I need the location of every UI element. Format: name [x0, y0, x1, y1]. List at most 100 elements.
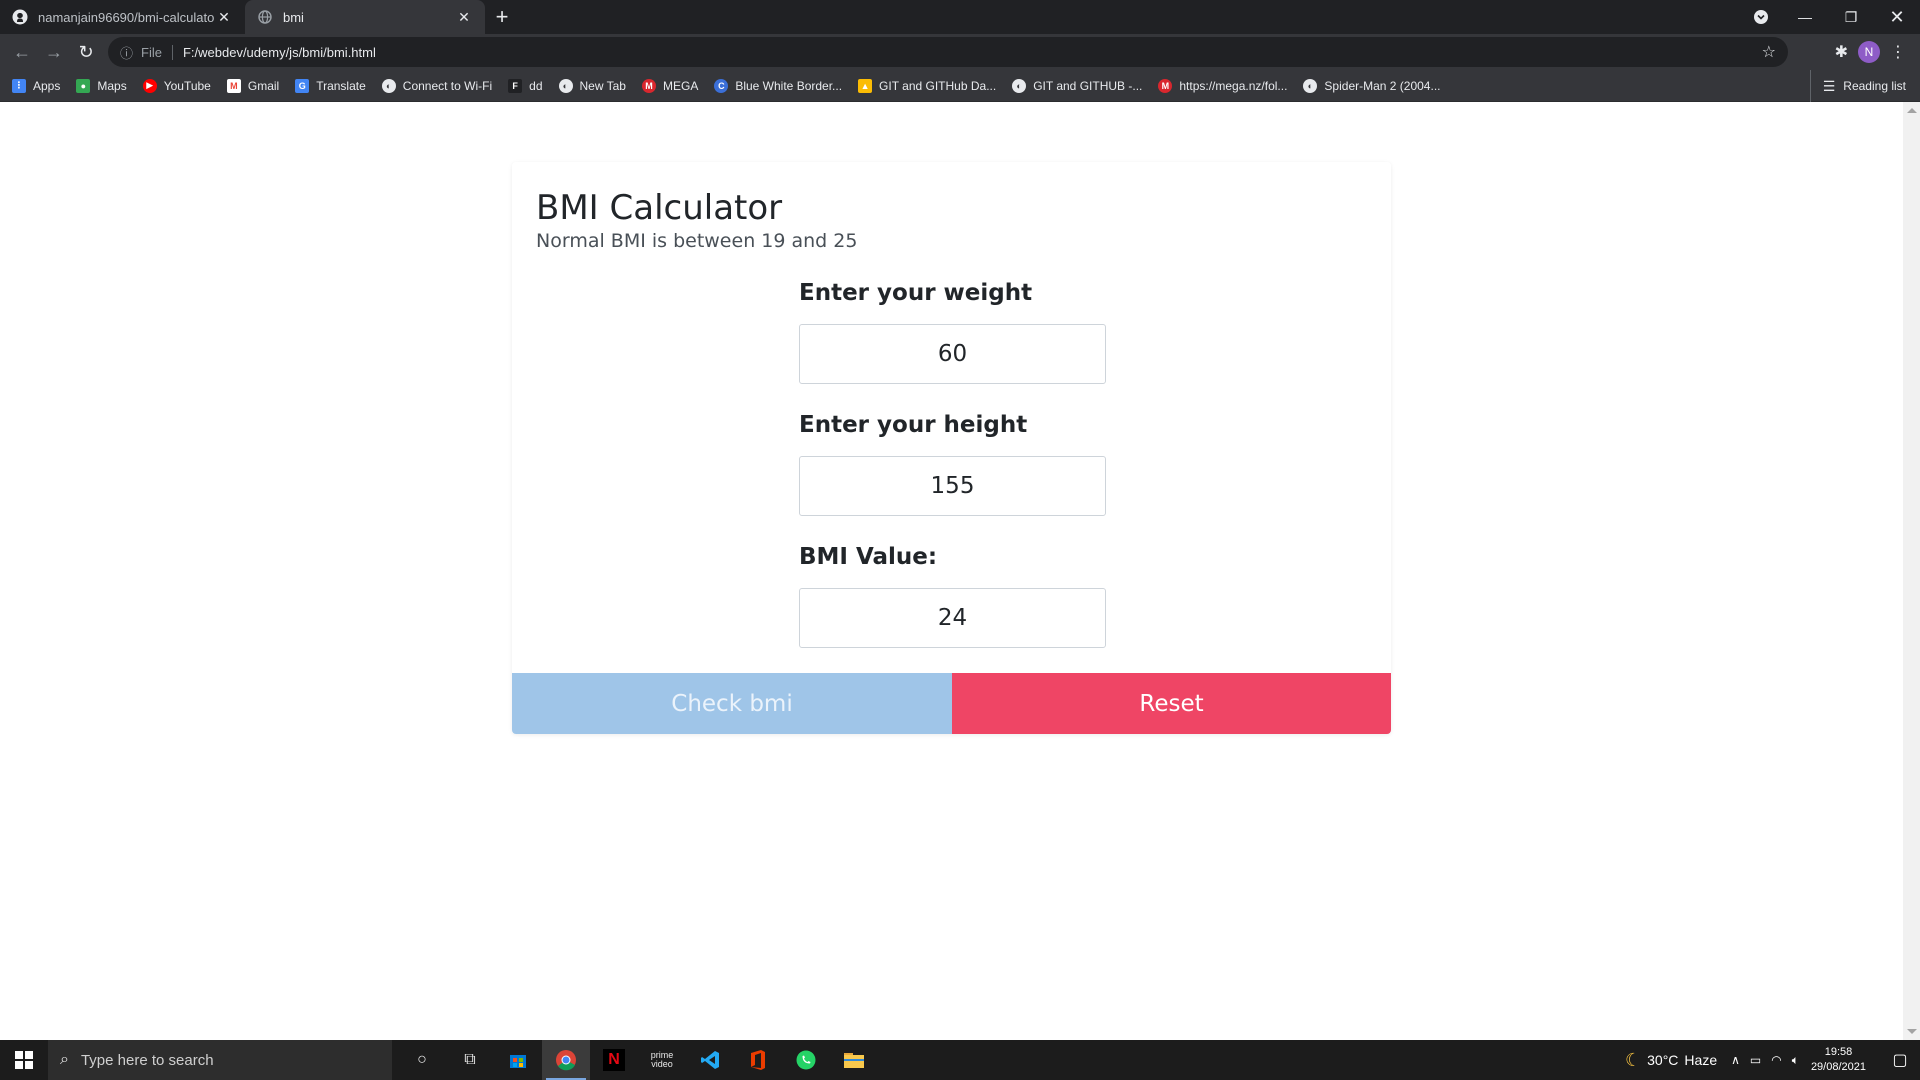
weather-temp[interactable]: 30°C — [1647, 1052, 1678, 1068]
bookmark-label: GIT and GITHUB -... — [1033, 78, 1143, 93]
show-hidden-icons-icon[interactable]: ∧ — [1731, 1053, 1740, 1067]
gmail-icon: M — [226, 78, 241, 93]
url-text[interactable]: F:/webdev/udemy/js/bmi/bmi.html — [183, 45, 376, 60]
bookmark-label: Blue White Border... — [735, 78, 843, 93]
flag-icon: F — [508, 78, 523, 93]
profile-avatar[interactable]: N — [1858, 41, 1880, 63]
bookmark-connect-wifi[interactable]: ◐ Connect to Wi-Fi — [381, 78, 493, 93]
bookmark-spiderman[interactable]: ◐ Spider-Man 2 (2004... — [1303, 78, 1440, 93]
translate-icon: G — [295, 78, 310, 93]
whatsapp-icon[interactable] — [782, 1040, 830, 1080]
file-explorer-icon[interactable] — [830, 1040, 878, 1080]
cortana-icon[interactable]: ○ — [398, 1040, 446, 1080]
windows-start-icon[interactable] — [0, 1040, 48, 1080]
bookmark-label: Gmail — [247, 78, 280, 93]
height-label: Enter your height — [799, 412, 1028, 438]
clock-date: 29/08/2021 — [1810, 1061, 1866, 1073]
scheme-label: File — [141, 44, 173, 60]
bookmark-git-github[interactable]: ◐ GIT and GITHUB -... — [1012, 78, 1143, 93]
bmi-calculator-card: BMI Calculator Normal BMI is between 19 … — [512, 162, 1391, 734]
chrome-icon[interactable] — [542, 1040, 590, 1080]
reload-icon[interactable]: ↻ — [70, 36, 102, 68]
task-view-icon[interactable]: ⧉ — [446, 1040, 494, 1080]
tab-bmi[interactable]: bmi ✕ — [245, 0, 485, 34]
check-bmi-button[interactable]: Check bmi — [512, 673, 952, 734]
bookmark-label: Connect to Wi-Fi — [402, 78, 493, 93]
globe-icon: ◐ — [558, 78, 573, 93]
weight-label: Enter your weight — [799, 280, 1033, 306]
bookmark-label: Apps — [33, 78, 61, 93]
height-input[interactable] — [799, 456, 1106, 516]
search-placeholder: Type here to search — [80, 1051, 214, 1069]
close-tab-icon[interactable]: ✕ — [215, 8, 233, 26]
reset-button[interactable]: Reset — [952, 673, 1391, 734]
globe-icon: ◐ — [1303, 78, 1318, 93]
weather-moon-icon: ☾ — [1625, 1049, 1642, 1070]
bookmark-label: dd — [529, 78, 543, 93]
bookmark-new-tab[interactable]: ◐ New Tab — [558, 78, 626, 93]
restore-icon[interactable]: ❐ — [1828, 0, 1874, 34]
prime-video-icon[interactable]: prime video — [638, 1040, 686, 1080]
page-viewport: BMI Calculator Normal BMI is between 19 … — [0, 102, 1920, 1040]
close-tab-icon[interactable]: ✕ — [455, 8, 473, 26]
address-bar[interactable]: ⓘ File F:/webdev/udemy/js/bmi/bmi.html ☆ — [108, 37, 1788, 67]
bookmark-mega-link[interactable]: M https://mega.nz/fol... — [1158, 78, 1287, 93]
tab-search-icon[interactable] — [1744, 0, 1778, 34]
drive-icon: ▲ — [858, 78, 873, 93]
bookmark-blue-white-border[interactable]: C Blue White Border... — [714, 78, 843, 93]
bookmark-git-github-drive[interactable]: ▲ GIT and GITHub Da... — [858, 78, 997, 93]
bookmark-label: New Tab — [579, 78, 626, 93]
scroll-up-icon[interactable] — [1907, 108, 1917, 113]
mega-icon: M — [641, 78, 656, 93]
bookmark-dd[interactable]: F dd — [508, 78, 543, 93]
back-arrow-icon[interactable]: ← — [6, 36, 38, 68]
bookmark-youtube[interactable]: ▶ YouTube — [142, 78, 211, 93]
netflix-icon[interactable]: N — [590, 1040, 638, 1080]
bookmark-maps[interactable]: ● Maps — [76, 78, 127, 93]
wifi-icon[interactable]: ◠ — [1771, 1053, 1781, 1067]
bookmarks-bar: ⋮ Apps ● Maps ▶ YouTube M Gmail G Transl… — [0, 70, 1920, 102]
apps-grid-icon: ⋮ — [12, 78, 26, 93]
bookmark-label: GIT and GITHub Da... — [879, 78, 997, 93]
weight-input[interactable] — [799, 324, 1106, 384]
forward-arrow-icon[interactable]: → — [38, 36, 70, 68]
mega-icon: M — [1158, 78, 1173, 93]
close-window-icon[interactable]: ✕ — [1874, 0, 1920, 34]
c-icon: C — [714, 78, 729, 93]
bmi-value-output[interactable] — [799, 588, 1106, 648]
tab-github[interactable]: namanjain96690/bmi-calculator ✕ — [0, 0, 245, 34]
page-subtitle: Normal BMI is between 19 and 25 — [536, 230, 858, 252]
more-menu-icon[interactable]: ⋮ — [1890, 42, 1906, 62]
notifications-icon[interactable]: ▢ — [1880, 1040, 1920, 1080]
windows-taskbar: ⌕ Type here to search ○ ⧉ N prime video ☾… — [0, 1040, 1920, 1080]
maps-pin-icon: ● — [76, 78, 91, 93]
volume-icon[interactable]: 🔈︎ — [1792, 1053, 1799, 1068]
store-icon[interactable] — [494, 1040, 542, 1080]
office-icon[interactable] — [734, 1040, 782, 1080]
reading-list-button[interactable]: ☰ Reading list — [1809, 70, 1906, 102]
system-tray: ☾ 30°C Haze ∧ ▭ ◠ 🔈︎ 19:58 29/08/2021 ▢ — [1625, 1040, 1920, 1080]
bookmark-label: Translate — [316, 78, 366, 93]
github-icon — [12, 9, 28, 25]
bookmark-label: Maps — [97, 78, 127, 93]
battery-icon[interactable]: ▭ — [1750, 1053, 1761, 1067]
vscode-icon[interactable] — [686, 1040, 734, 1080]
scroll-down-icon[interactable] — [1907, 1029, 1917, 1034]
weather-condition[interactable]: Haze — [1684, 1052, 1717, 1068]
taskbar-search-box[interactable]: ⌕ Type here to search — [48, 1040, 392, 1080]
new-tab-button[interactable]: + — [485, 0, 519, 34]
tab-title: bmi — [283, 9, 304, 25]
page-scrollbar[interactable] — [1903, 102, 1920, 1040]
reading-list-icon: ☰ — [1822, 77, 1836, 94]
taskbar-clock[interactable]: 19:58 29/08/2021 — [1811, 1045, 1866, 1075]
bookmark-translate[interactable]: G Translate — [295, 78, 366, 93]
info-icon[interactable]: ⓘ — [120, 43, 133, 62]
bookmark-star-icon[interactable]: ☆ — [1762, 42, 1776, 62]
minimize-icon[interactable]: ― — [1782, 0, 1828, 34]
bookmark-label: YouTube — [163, 78, 211, 93]
bookmark-gmail[interactable]: M Gmail — [226, 78, 280, 93]
bookmark-mega[interactable]: M MEGA — [641, 78, 698, 93]
bookmark-apps[interactable]: ⋮ Apps — [12, 78, 61, 93]
clock-time: 19:58 — [1824, 1046, 1853, 1058]
extensions-puzzle-icon[interactable]: ✱ — [1835, 42, 1848, 62]
